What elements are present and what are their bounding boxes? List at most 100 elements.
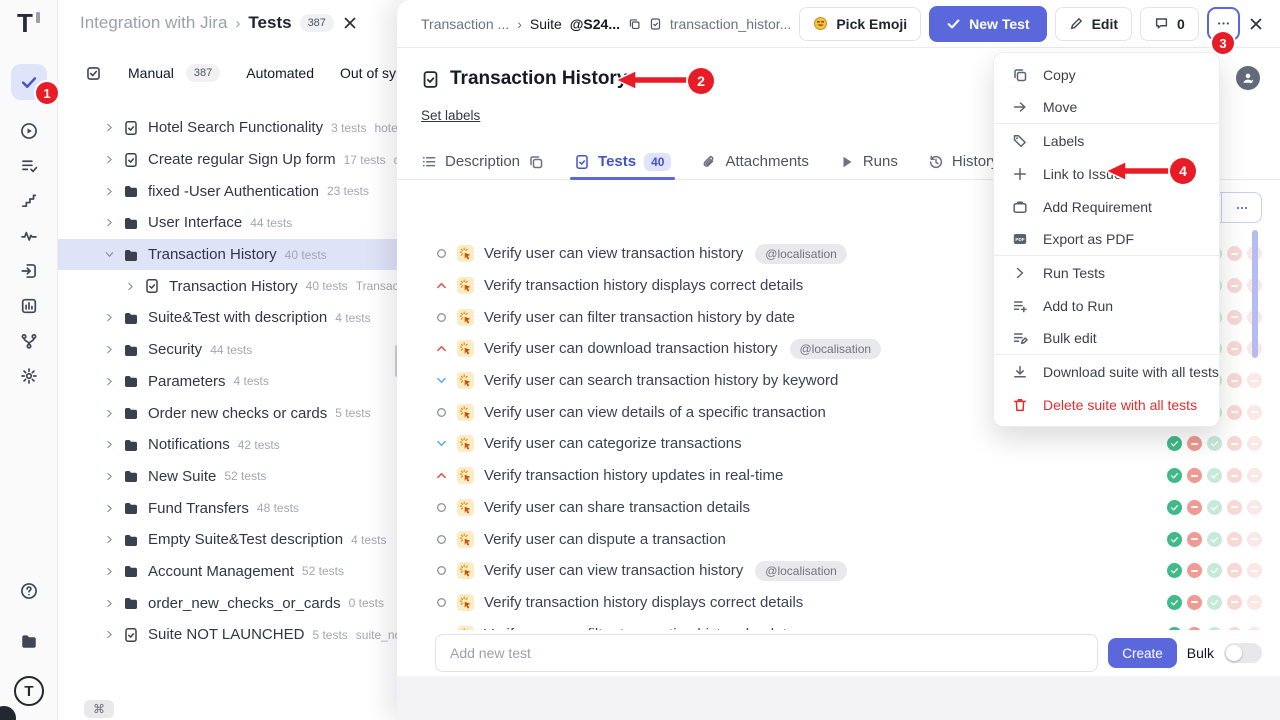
rail-item-runs[interactable]	[12, 113, 47, 148]
menu-item-run-tests[interactable]: Run Tests	[994, 256, 1219, 289]
tab-automated[interactable]: Automated	[246, 65, 314, 81]
status-pass-icon	[1167, 563, 1182, 578]
suite-tree-item[interactable]: order_new_checks_or_cards0 tests	[58, 587, 397, 619]
suite-tree-item[interactable]: Parameters4 tests	[58, 366, 397, 398]
suite-test-count: 5 tests	[335, 406, 370, 420]
create-button[interactable]: Create	[1108, 638, 1177, 668]
test-tag[interactable]: @localisation	[790, 339, 882, 359]
test-emoji	[457, 435, 474, 452]
menu-item-delete-suite-with-all-tests[interactable]: Delete suite with all tests	[994, 388, 1219, 421]
breadcrumb-parent-suite[interactable]: Transaction ...	[421, 16, 509, 32]
test-row[interactable]: Verify user can view transaction history…	[435, 555, 1262, 587]
test-tag[interactable]: @localisation	[755, 244, 847, 264]
tab-attachments[interactable]: Attachments	[701, 144, 808, 179]
close-panel-icon[interactable]	[342, 15, 358, 31]
folder-icon	[123, 468, 139, 484]
rail-item-pulse[interactable]	[12, 218, 47, 253]
set-labels-link[interactable]: Set labels	[421, 108, 480, 123]
test-row[interactable]: Verify user can share transaction detail…	[435, 492, 1262, 524]
rail-item-test-plans[interactable]	[12, 148, 47, 183]
bulk-toggle[interactable]	[1224, 643, 1262, 663]
suite-tree-item[interactable]: Create regular Sign Up form17 testscrea	[58, 144, 397, 176]
list-scrollbar[interactable]	[1252, 230, 1258, 358]
check-icon	[20, 73, 38, 91]
suite-tree-item[interactable]: Transaction History40 tests	[58, 239, 397, 271]
tab-runs[interactable]: Runs	[839, 144, 898, 179]
status-fail-faded-icon	[1227, 563, 1242, 578]
rail-item-projects[interactable]	[12, 624, 47, 658]
menu-item-copy[interactable]: Copy	[994, 58, 1219, 91]
rail-item-milestones[interactable]	[12, 183, 47, 218]
suites-panel: Integration with Jira › Tests 387 Manual…	[58, 0, 397, 720]
tab-manual[interactable]: Manual	[128, 65, 174, 81]
suite-tree-item[interactable]: Transaction History40 testsTransactio	[58, 270, 397, 302]
rail-item-help[interactable]	[12, 574, 47, 608]
list-edit-icon	[1012, 330, 1028, 346]
prio-normal-icon	[435, 596, 448, 609]
pencil-icon	[1069, 16, 1084, 31]
menu-item-add-to-run[interactable]: Add to Run	[994, 289, 1219, 322]
test-row[interactable]: Verify user can categorize transactions	[435, 428, 1262, 460]
suite-tree-item[interactable]: Suite NOT LAUNCHED5 testssuite_not_lau	[58, 619, 397, 651]
list-more-button[interactable]	[1221, 193, 1261, 222]
breadcrumb-project[interactable]: Integration with Jira	[80, 13, 227, 33]
rail-item-import[interactable]	[12, 253, 47, 288]
menu-item-move[interactable]: Move	[994, 91, 1219, 124]
test-tag[interactable]: @localisation	[755, 561, 847, 581]
suite-test-count: 17 tests	[344, 153, 386, 167]
menu-item-bulk-edit[interactable]: Bulk edit	[994, 322, 1219, 355]
add-test-input[interactable]	[435, 634, 1098, 672]
suite-slug: Transactio	[356, 279, 397, 293]
select-check-icon[interactable]	[85, 65, 102, 82]
suite-tree-item[interactable]: fixed -User Authentication23 tests	[58, 175, 397, 207]
new-test-button[interactable]: New Test	[929, 6, 1046, 42]
comments-button[interactable]: 0	[1140, 7, 1199, 41]
menu-item-labels[interactable]: Labels	[994, 124, 1219, 157]
briefcase-icon	[1012, 199, 1028, 215]
corner-avatar	[0, 706, 16, 720]
suite-tree-item[interactable]: Order new checks or cards5 tests	[58, 397, 397, 429]
suite-tree-item[interactable]: Suite&Test with description4 tests	[58, 302, 397, 334]
app-logo[interactable]: T	[17, 8, 33, 39]
tab-history[interactable]: History	[928, 144, 999, 179]
suite-tree-item[interactable]: Fund Transfers48 tests	[58, 492, 397, 524]
status-fail-faded-icon	[1227, 373, 1242, 388]
tab-out-of-sync[interactable]: Out of sync	[340, 65, 397, 81]
suite-tree-item[interactable]: Notifications42 tests	[58, 429, 397, 461]
test-row[interactable]: Verify transaction history displays corr…	[435, 587, 1262, 619]
test-row[interactable]: Verify transaction history updates in re…	[435, 460, 1262, 492]
status-fail-faded-icon	[1227, 468, 1242, 483]
suite-tree-item[interactable]: Account Management52 tests	[58, 556, 397, 588]
logo-tick	[36, 12, 40, 23]
rail-item-branches[interactable]	[12, 323, 47, 358]
copy-icon[interactable]	[628, 16, 641, 32]
click-emoji-icon	[458, 500, 473, 515]
suite-tree-item[interactable]: Hotel Search Functionality3 testshotel_s	[58, 112, 397, 144]
tab-tests[interactable]: Tests40	[574, 144, 671, 179]
tab-description[interactable]: Description	[421, 144, 544, 179]
suite-file-ref[interactable]: transaction_histor...	[670, 16, 791, 32]
test-row[interactable]: Verify user can dispute a transaction	[435, 523, 1262, 555]
rail-item-analytics[interactable]	[12, 288, 47, 323]
suite-tree-item[interactable]: Empty Suite&Test description4 tests	[58, 524, 397, 556]
rail-item-settings[interactable]	[12, 358, 47, 393]
suite-test-count: 44 tests	[250, 216, 292, 230]
close-suite-icon[interactable]	[1248, 16, 1264, 32]
test-emoji	[457, 245, 474, 262]
menu-item-download-suite-with-all-tests[interactable]: Download suite with all tests	[994, 355, 1219, 388]
suite-tree-item[interactable]: New Suite52 tests	[58, 461, 397, 493]
copy-icon	[528, 154, 544, 170]
menu-item-export-as-pdf[interactable]: PDFExport as PDF	[994, 223, 1219, 256]
suite-tree-item[interactable]: User Interface44 tests	[58, 207, 397, 239]
pick-emoji-button[interactable]: Pick Emoji	[799, 7, 921, 41]
rail-item-logo-badge[interactable]: T	[12, 674, 47, 708]
menu-item-add-requirement[interactable]: Add Requirement	[994, 190, 1219, 223]
prio-high-icon	[435, 279, 448, 292]
status-fail-icon	[1187, 436, 1202, 451]
user-avatar[interactable]	[1236, 66, 1260, 90]
test-title: Verify transaction history displays corr…	[484, 277, 803, 294]
edit-button[interactable]: Edit	[1055, 7, 1132, 41]
test-emoji	[457, 531, 474, 548]
suite-tree-item[interactable]: Security44 tests	[58, 334, 397, 366]
suite-name: Account Management	[148, 563, 294, 580]
